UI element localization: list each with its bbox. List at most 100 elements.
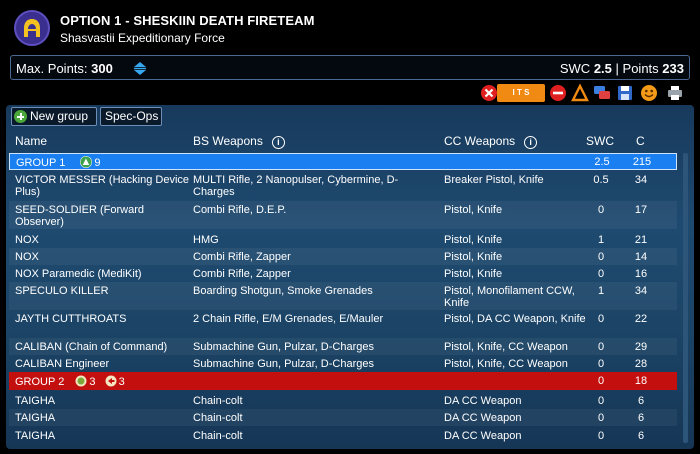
swc-label: SWC [559, 61, 591, 76]
scrollbar[interactable] [682, 153, 689, 445]
group-2-c: 18 [634, 375, 648, 387]
swc-total: 2.5 [593, 61, 612, 76]
scrollbar-thumb[interactable] [683, 153, 688, 443]
table-row[interactable]: CALIBAN Engineer Submachine Gun, Pulzar,… [9, 355, 677, 372]
army-list-panel: New group Spec-Ops Name BS Weapons i CC W… [6, 105, 694, 449]
unit-swc: 1 [597, 234, 605, 246]
unit-swc: 0 [597, 358, 605, 370]
table-row[interactable]: NOX Combi Rifle, Zapper Pistol, Knife 0 … [9, 248, 677, 265]
spec-ops-button[interactable]: Spec-Ops [100, 107, 162, 126]
table-row[interactable]: VICTOR MESSER (Hacking Device Plus) MULT… [9, 171, 677, 199]
unit-cost: 34 [634, 285, 648, 297]
unit-bs-weapons: Chain-colt [193, 395, 243, 407]
unit-name: CALIBAN (Chain of Command) [15, 341, 168, 353]
unit-bs-weapons: Combi Rifle, Zapper [193, 268, 291, 280]
emoji-icon[interactable] [640, 84, 658, 102]
unit-bs-weapons: Combi Rifle, D.E.P. [193, 204, 287, 216]
list-totals: SWC 2.5 | Points 233 [560, 61, 684, 76]
unit-bs-weapons: 2 Chain Rifle, E/M Grenades, E/Mauler [193, 313, 384, 325]
column-cc-weapons-label: CC Weapons [444, 134, 516, 148]
table-row[interactable]: TAIGHA Chain-colt DA CC Weapon 0 6 [9, 427, 677, 444]
table-row[interactable]: NOX HMG Pistol, Knife 1 21 [9, 231, 677, 248]
swap-arrows-icon[interactable] [132, 60, 148, 76]
unit-name: SPECULO KILLER [15, 285, 109, 297]
alert-icon[interactable] [571, 84, 589, 102]
unit-name: NOX Paramedic (MediKit) [15, 268, 142, 280]
max-points-value[interactable]: 300 [91, 61, 113, 76]
unit-cc-weapons: Pistol, Knife [444, 251, 503, 263]
unit-swc: 0 [597, 204, 605, 216]
its-badge-icon[interactable]: I T S [497, 84, 545, 102]
unit-cost: 6 [637, 430, 645, 442]
unit-cost: 6 [637, 412, 645, 424]
unit-swc: 0 [597, 251, 605, 263]
print-icon[interactable] [666, 84, 684, 102]
table-row[interactable]: TAIGHA Chain-colt DA CC Weapon 0 6 [9, 392, 677, 409]
group-2-label: GROUP 2 [15, 376, 65, 388]
faction-logo-icon [14, 10, 50, 46]
points-bar: Max. Points: 300 SWC 2.5 | Points 233 [10, 55, 690, 80]
unit-name: TAIGHA [15, 430, 56, 442]
unit-bs-weapons: MULTI Rifle, 2 Nanopulser, Cybermine, D-… [193, 174, 399, 198]
close-icon[interactable] [480, 84, 498, 102]
table-row[interactable]: TAIGHA Chain-colt DA CC Weapon 0 6 [9, 409, 677, 426]
unit-cc-weapons: Pistol, Knife, CC Weapon [444, 341, 568, 353]
unit-cost: 28 [634, 358, 648, 370]
unit-name: NOX [15, 234, 39, 246]
impetuous-order-icon [105, 375, 117, 387]
army-list-header: OPTION 1 - SHESKIIN DEATH FIRETEAM Shasv… [0, 0, 700, 52]
points-label: Points [622, 61, 659, 76]
faction-name: Shasvastii Expeditionary Force [60, 31, 225, 45]
table-row[interactable]: CALIBAN (Chain of Command) Submachine Gu… [9, 338, 677, 355]
group-row-2[interactable]: GROUP 2 3 3 0 18 [9, 372, 677, 390]
group-1-swc: 2.5 [594, 156, 610, 168]
unit-cost: 29 [634, 341, 648, 353]
unit-cc-weapons: Pistol, Knife [444, 268, 503, 280]
remove-icon[interactable] [549, 84, 567, 102]
save-icon[interactable] [616, 84, 634, 102]
unit-swc: 0 [597, 395, 605, 407]
unit-name: CALIBAN Engineer [15, 358, 110, 370]
max-points-label: Max. Points: [16, 61, 88, 76]
group-1-label: GROUP 1 [16, 157, 66, 169]
unit-bs-weapons: Submachine Gun, Pulzar, D-Charges [193, 358, 374, 370]
group-2-swc: 0 [597, 375, 605, 387]
column-bs-weapons: BS Weapons i [193, 134, 285, 149]
table-row[interactable]: JAYTH CUTTHROATS 2 Chain Rifle, E/M Gren… [9, 310, 677, 338]
unit-name: NOX [15, 251, 39, 263]
unit-swc: 1 [597, 285, 605, 297]
unit-cost: 21 [634, 234, 648, 246]
unit-swc: 0 [597, 313, 605, 325]
table-row[interactable]: SEED-SOLDIER (Forward Observer) Combi Ri… [9, 201, 677, 229]
unit-swc: 0 [597, 430, 605, 442]
new-group-button[interactable]: New group [11, 107, 97, 126]
unit-name: JAYTH CUTTHROATS [15, 313, 127, 325]
column-name: Name [15, 134, 48, 148]
group-row-1[interactable]: GROUP 1 9 2.5 215 [9, 153, 677, 170]
chat-icon[interactable] [593, 84, 611, 102]
unit-bs-weapons: Submachine Gun, Pulzar, D-Charges [193, 341, 374, 353]
regular-order-icon [80, 156, 93, 168]
unit-cost: 34 [634, 174, 648, 186]
group-2-order-count-a: 3 [89, 376, 96, 388]
table-header: Name BS Weapons i CC Weapons i SWC C [6, 129, 694, 153]
table-row[interactable]: NOX Paramedic (MediKit) Combi Rifle, Zap… [9, 265, 677, 282]
info-icon[interactable]: i [271, 136, 285, 149]
column-swc: SWC [586, 134, 614, 148]
unit-cost: 16 [634, 268, 648, 280]
info-icon[interactable]: i [524, 136, 538, 149]
list-title: OPTION 1 - SHESKIIN DEATH FIRETEAM [60, 13, 315, 28]
unit-bs-weapons: Chain-colt [193, 412, 243, 424]
column-c: C [636, 134, 645, 148]
unit-swc: 0 [597, 268, 605, 280]
irregular-order-icon [75, 375, 87, 387]
unit-cost: 17 [634, 204, 648, 216]
max-points: Max. Points: 300 [16, 61, 113, 76]
totals-separator: | [615, 61, 619, 76]
unit-swc: 0.5 [593, 174, 609, 186]
list-toolbar: I T S [480, 84, 690, 104]
unit-cc-weapons: Breaker Pistol, Knife [444, 174, 544, 186]
table-row[interactable]: SPECULO KILLER Boarding Shotgun, Smoke G… [9, 282, 677, 310]
unit-bs-weapons: HMG [193, 234, 219, 246]
unit-cc-weapons: DA CC Weapon [444, 430, 522, 442]
